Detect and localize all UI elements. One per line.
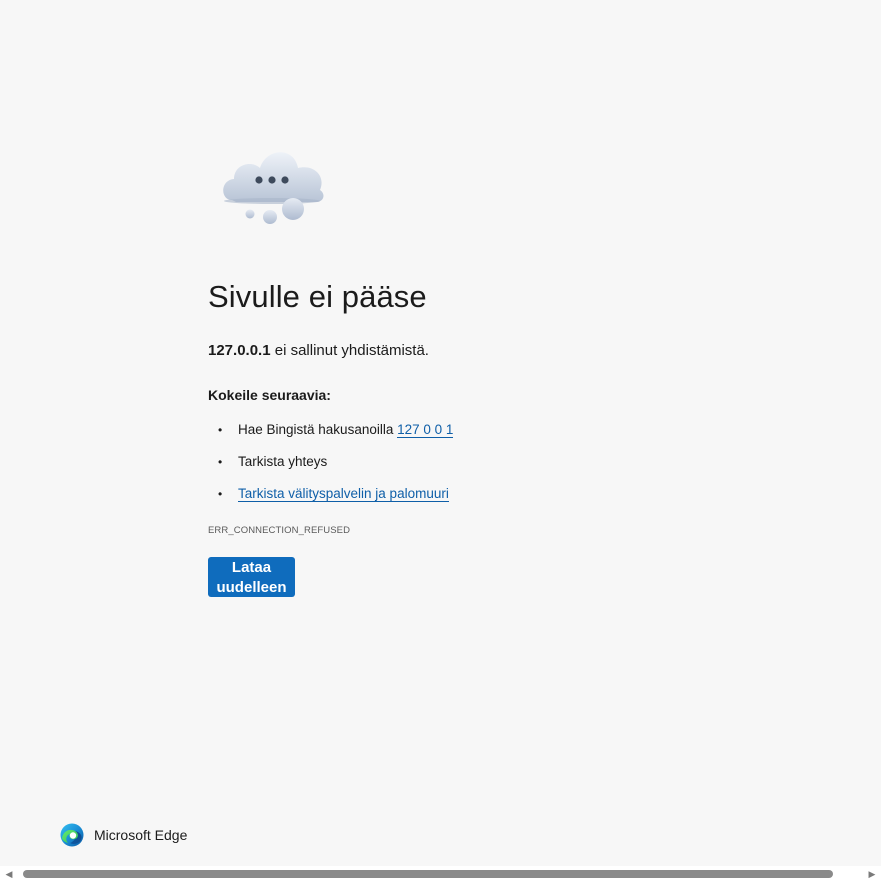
- cloud-icon: [223, 152, 324, 224]
- error-message-text: ei sallinut yhdistämistä.: [270, 342, 429, 359]
- error-page: Sivulle ei pääse 127.0.0.1 ei sallinut y…: [0, 0, 881, 882]
- bullet-icon: •: [218, 487, 223, 501]
- suggestions-heading: Kokeile seuraavia:: [208, 387, 331, 403]
- scroll-right-arrow-icon[interactable]: ▶: [867, 869, 877, 879]
- brand: Microsoft Edge: [60, 822, 187, 848]
- bullet-icon: •: [218, 423, 223, 437]
- horizontal-scrollbar[interactable]: ◀ ▶: [0, 866, 881, 882]
- page-title: Sivulle ei pääse: [208, 279, 427, 314]
- error-message: 127.0.0.1 ei sallinut yhdistämistä.: [208, 342, 429, 359]
- host-address: 127.0.0.1: [208, 342, 271, 359]
- scroll-left-arrow-icon[interactable]: ◀: [4, 869, 14, 879]
- suggestion-text: Hae Bingistä hakusanoilla: [238, 422, 398, 437]
- reload-button[interactable]: Lataa uudelleen: [208, 557, 295, 597]
- brand-name: Microsoft Edge: [94, 827, 188, 843]
- proxy-firewall-link[interactable]: Tarkista välityspalvelin ja palomuuri: [238, 486, 449, 502]
- bullet-icon: •: [218, 455, 223, 469]
- bing-search-link[interactable]: 127 0 0 1: [397, 422, 454, 438]
- suggestion-item: • Hae Bingistä hakusanoilla 127 0 0 1: [218, 420, 454, 452]
- error-code: ERR_CONNECTION_REFUSED: [208, 525, 351, 536]
- suggestion-item: • Tarkista yhteys: [218, 452, 453, 484]
- suggestions-list: • Hae Bingistä hakusanoilla 127 0 0 1 • Ta…: [218, 420, 454, 516]
- suggestion-text: Tarkista yhteys: [238, 454, 328, 469]
- scrollbar-thumb[interactable]: [23, 870, 833, 878]
- edge-logo-icon: [60, 823, 84, 847]
- suggestion-item: • Tarkista välityspalvelin ja palomuuri: [218, 484, 453, 516]
